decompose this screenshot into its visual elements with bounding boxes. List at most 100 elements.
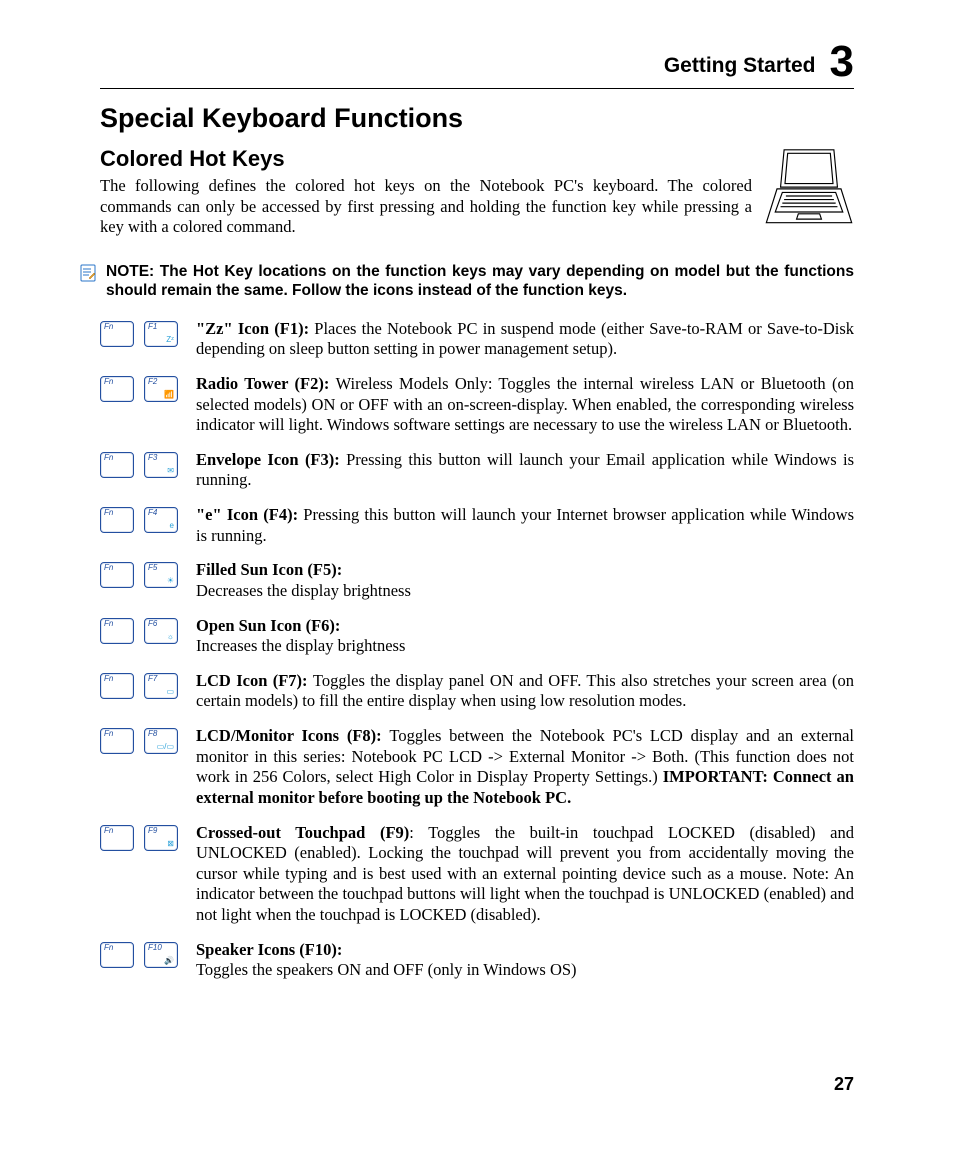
hotkey-name: Speaker Icons (F10): xyxy=(196,940,342,959)
hotkey-name: Radio Tower (F2): xyxy=(196,374,336,393)
hotkey-list: Fn F1 Zᶻ "Zz" Icon (F1): Places the Noteboo… xyxy=(100,319,854,981)
hotkey-name: LCD/Monitor Icons (F8): xyxy=(196,726,389,745)
hotkey-description: Open Sun Icon (F6):Increases the display… xyxy=(196,616,854,657)
f-key-icon: F3 ✉ xyxy=(144,452,178,478)
hotkey-text: Increases the display brightness xyxy=(196,636,405,655)
fn-key-icon: Fn xyxy=(100,507,134,533)
hotkey-name: Filled Sun Icon (F5): xyxy=(196,560,342,579)
chapter-number: 3 xyxy=(830,40,854,84)
hotkey-item: Fn F10🔊 Speaker Icons (F10):Toggles the sp… xyxy=(100,940,854,981)
f-key-symbol: ▭ xyxy=(166,688,174,696)
f-key-label: F5 xyxy=(148,564,157,572)
f-key-symbol: e xyxy=(170,522,174,530)
f-key-symbol: Zᶻ xyxy=(166,336,174,344)
hotkey-item: Fn F9 ⊠ Crossed-out Touchpad (F9): Toggles … xyxy=(100,823,854,926)
fn-key-icon: Fn xyxy=(100,825,134,851)
fn-label: Fn xyxy=(104,944,113,952)
hotkey-item: Fn F7▭ LCD Icon (F7): Toggles the display … xyxy=(100,671,854,712)
fn-label: Fn xyxy=(104,323,113,331)
f-key-icon: F7▭ xyxy=(144,673,178,699)
key-pair: Fn F3 ✉ xyxy=(100,452,196,478)
f-key-label: F3 xyxy=(148,454,157,462)
hotkey-description: Radio Tower (F2): Wireless Models Only: … xyxy=(196,374,854,436)
hotkey-description: Speaker Icons (F10):Toggles the speakers… xyxy=(196,940,854,981)
key-pair: Fn F6 ☼ xyxy=(100,618,196,644)
fn-label: Fn xyxy=(104,620,113,628)
fn-key-icon: Fn xyxy=(100,452,134,478)
section-title: Getting Started xyxy=(664,54,816,84)
fn-key-icon: Fn xyxy=(100,673,134,699)
hotkey-name: "Zz" Icon (F1): xyxy=(196,319,314,338)
hotkey-description: LCD/Monitor Icons (F8): Toggles between … xyxy=(196,726,854,809)
note-row: NOTE: The Hot Key locations on the funct… xyxy=(80,262,854,301)
note-icon xyxy=(80,264,98,287)
hotkey-name: LCD Icon (F7): xyxy=(196,671,313,690)
f-key-label: F1 xyxy=(148,323,157,331)
hotkey-description: LCD Icon (F7): Toggles the display panel… xyxy=(196,671,854,712)
note-text: NOTE: The Hot Key locations on the funct… xyxy=(106,262,854,301)
hotkey-text: Toggles the speakers ON and OFF (only in… xyxy=(196,960,577,979)
page-number: 27 xyxy=(834,1074,854,1095)
key-pair: Fn F9 ⊠ xyxy=(100,825,196,851)
hotkey-name: "e" Icon (F4): xyxy=(196,505,303,524)
key-pair: Fn F4e xyxy=(100,507,196,533)
key-pair: Fn F7▭ xyxy=(100,673,196,699)
f-key-symbol: ⊠ xyxy=(167,840,174,848)
intro-text: Colored Hot Keys The following defines t… xyxy=(100,146,752,248)
fn-key-icon: Fn xyxy=(100,728,134,754)
subheading: Colored Hot Keys xyxy=(100,146,752,172)
fn-label: Fn xyxy=(104,454,113,462)
hotkey-text: Decreases the display brightness xyxy=(196,581,411,600)
fn-key-icon: Fn xyxy=(100,562,134,588)
hotkey-item: Fn F2 📶 Radio Tower (F2): Wireless Models O… xyxy=(100,374,854,436)
fn-label: Fn xyxy=(104,509,113,517)
fn-key-icon: Fn xyxy=(100,376,134,402)
f-key-label: F6 xyxy=(148,620,157,628)
hotkey-name: Crossed-out Touchpad (F9) xyxy=(196,823,409,842)
hotkey-description: "Zz" Icon (F1): Places the Notebook PC i… xyxy=(196,319,854,360)
f-key-icon: F8▭/▭ xyxy=(144,728,178,754)
key-pair: Fn F10🔊 xyxy=(100,942,196,968)
f-key-icon: F2 📶 xyxy=(144,376,178,402)
f-key-icon: F9 ⊠ xyxy=(144,825,178,851)
f-key-icon: F4e xyxy=(144,507,178,533)
f-key-icon: F10🔊 xyxy=(144,942,178,968)
hotkey-item: Fn F8▭/▭ LCD/Monitor Icons (F8): Toggles b… xyxy=(100,726,854,809)
fn-key-icon: Fn xyxy=(100,942,134,968)
f-key-label: F8 xyxy=(148,730,157,738)
hotkey-description: Filled Sun Icon (F5): Decreases the displ… xyxy=(196,560,854,601)
fn-label: Fn xyxy=(104,827,113,835)
page-title: Special Keyboard Functions xyxy=(100,103,854,134)
header-bar: Getting Started 3 xyxy=(100,40,854,89)
intro-paragraph: The following defines the colored hot ke… xyxy=(100,176,752,238)
f-key-label: F9 xyxy=(148,827,157,835)
f-key-label: F2 xyxy=(148,378,157,386)
fn-label: Fn xyxy=(104,730,113,738)
key-pair: Fn F5 ☀ xyxy=(100,562,196,588)
f-key-symbol: ✉ xyxy=(167,467,174,475)
hotkey-description: Crossed-out Touchpad (F9): Toggles the b… xyxy=(196,823,854,926)
hotkey-name: Open Sun Icon (F6): xyxy=(196,616,340,635)
hotkey-item: Fn F4e "e" Icon (F4): Pressing this button… xyxy=(100,505,854,546)
f-key-label: F10 xyxy=(148,944,162,952)
hotkey-item: Fn F6 ☼ Open Sun Icon (F6):Increases the di… xyxy=(100,616,854,657)
document-page: Getting Started 3 Special Keyboard Funct… xyxy=(0,0,954,1155)
f-key-symbol: ☀ xyxy=(167,577,174,585)
fn-label: Fn xyxy=(104,378,113,386)
f-key-icon: F1 Zᶻ xyxy=(144,321,178,347)
f-key-symbol: ▭/▭ xyxy=(157,743,174,751)
intro-row: Colored Hot Keys The following defines t… xyxy=(100,146,854,248)
key-pair: Fn F1 Zᶻ xyxy=(100,321,196,347)
f-key-icon: F5 ☀ xyxy=(144,562,178,588)
key-pair: Fn F8▭/▭ xyxy=(100,728,196,754)
f-key-icon: F6 ☼ xyxy=(144,618,178,644)
fn-label: Fn xyxy=(104,564,113,572)
hotkey-item: Fn F5 ☀ Filled Sun Icon (F5): Decreases the … xyxy=(100,560,854,601)
fn-key-icon: Fn xyxy=(100,618,134,644)
laptop-icon xyxy=(764,148,854,248)
f-key-symbol: 📶 xyxy=(164,391,174,399)
hotkey-description: "e" Icon (F4): Pressing this button will… xyxy=(196,505,854,546)
f-key-symbol: ☼ xyxy=(167,633,174,641)
hotkey-item: FnF3✉Envelope Icon (F3): Pressing this b… xyxy=(100,450,854,491)
hotkey-item: Fn F1 Zᶻ "Zz" Icon (F1): Places the Noteboo… xyxy=(100,319,854,360)
